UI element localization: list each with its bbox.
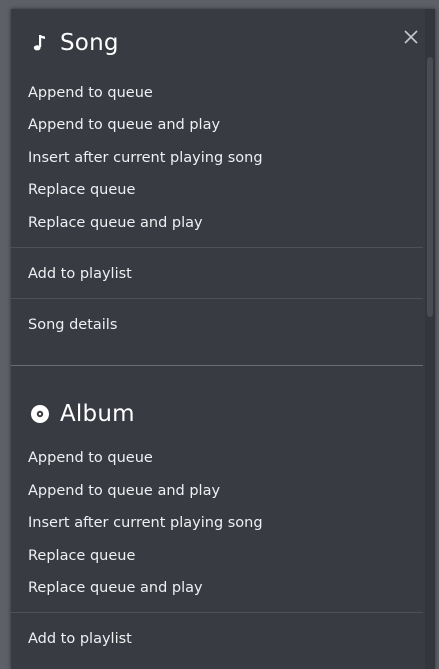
song-details[interactable]: Song details	[11, 309, 423, 341]
song-insert-after-current[interactable]: Insert after current playing song	[11, 142, 423, 174]
song-append-and-play[interactable]: Append to queue and play	[11, 109, 423, 141]
song-section-header: Song	[11, 23, 435, 63]
song-replace-queue-and-play[interactable]: Replace queue and play	[11, 207, 423, 239]
scrollbar-thumb[interactable]	[427, 57, 433, 317]
album-append-and-play[interactable]: Append to queue and play	[11, 475, 423, 507]
divider	[11, 298, 423, 299]
album-replace-queue-and-play[interactable]: Replace queue and play	[11, 572, 423, 604]
album-replace-queue[interactable]: Replace queue	[11, 540, 423, 572]
album-add-to-playlist[interactable]: Add to playlist	[11, 623, 423, 655]
album-insert-after-current[interactable]: Insert after current playing song	[11, 507, 423, 539]
scrollbar[interactable]	[425, 9, 435, 669]
album-section-title: Album	[60, 401, 135, 427]
music-note-icon	[29, 32, 51, 54]
context-menu-panel: Song Append to queue Append to queue and…	[11, 9, 435, 669]
song-add-to-playlist[interactable]: Add to playlist	[11, 258, 423, 290]
song-replace-queue[interactable]: Replace queue	[11, 174, 423, 206]
song-section-title: Song	[60, 30, 119, 56]
album-disc-icon	[29, 403, 51, 425]
album-append-to-queue[interactable]: Append to queue	[11, 442, 423, 474]
divider	[11, 612, 423, 613]
section-divider	[11, 365, 423, 366]
close-icon[interactable]	[400, 26, 422, 48]
song-append-to-queue[interactable]: Append to queue	[11, 77, 423, 109]
divider	[11, 247, 423, 248]
album-section-header: Album	[11, 394, 435, 434]
